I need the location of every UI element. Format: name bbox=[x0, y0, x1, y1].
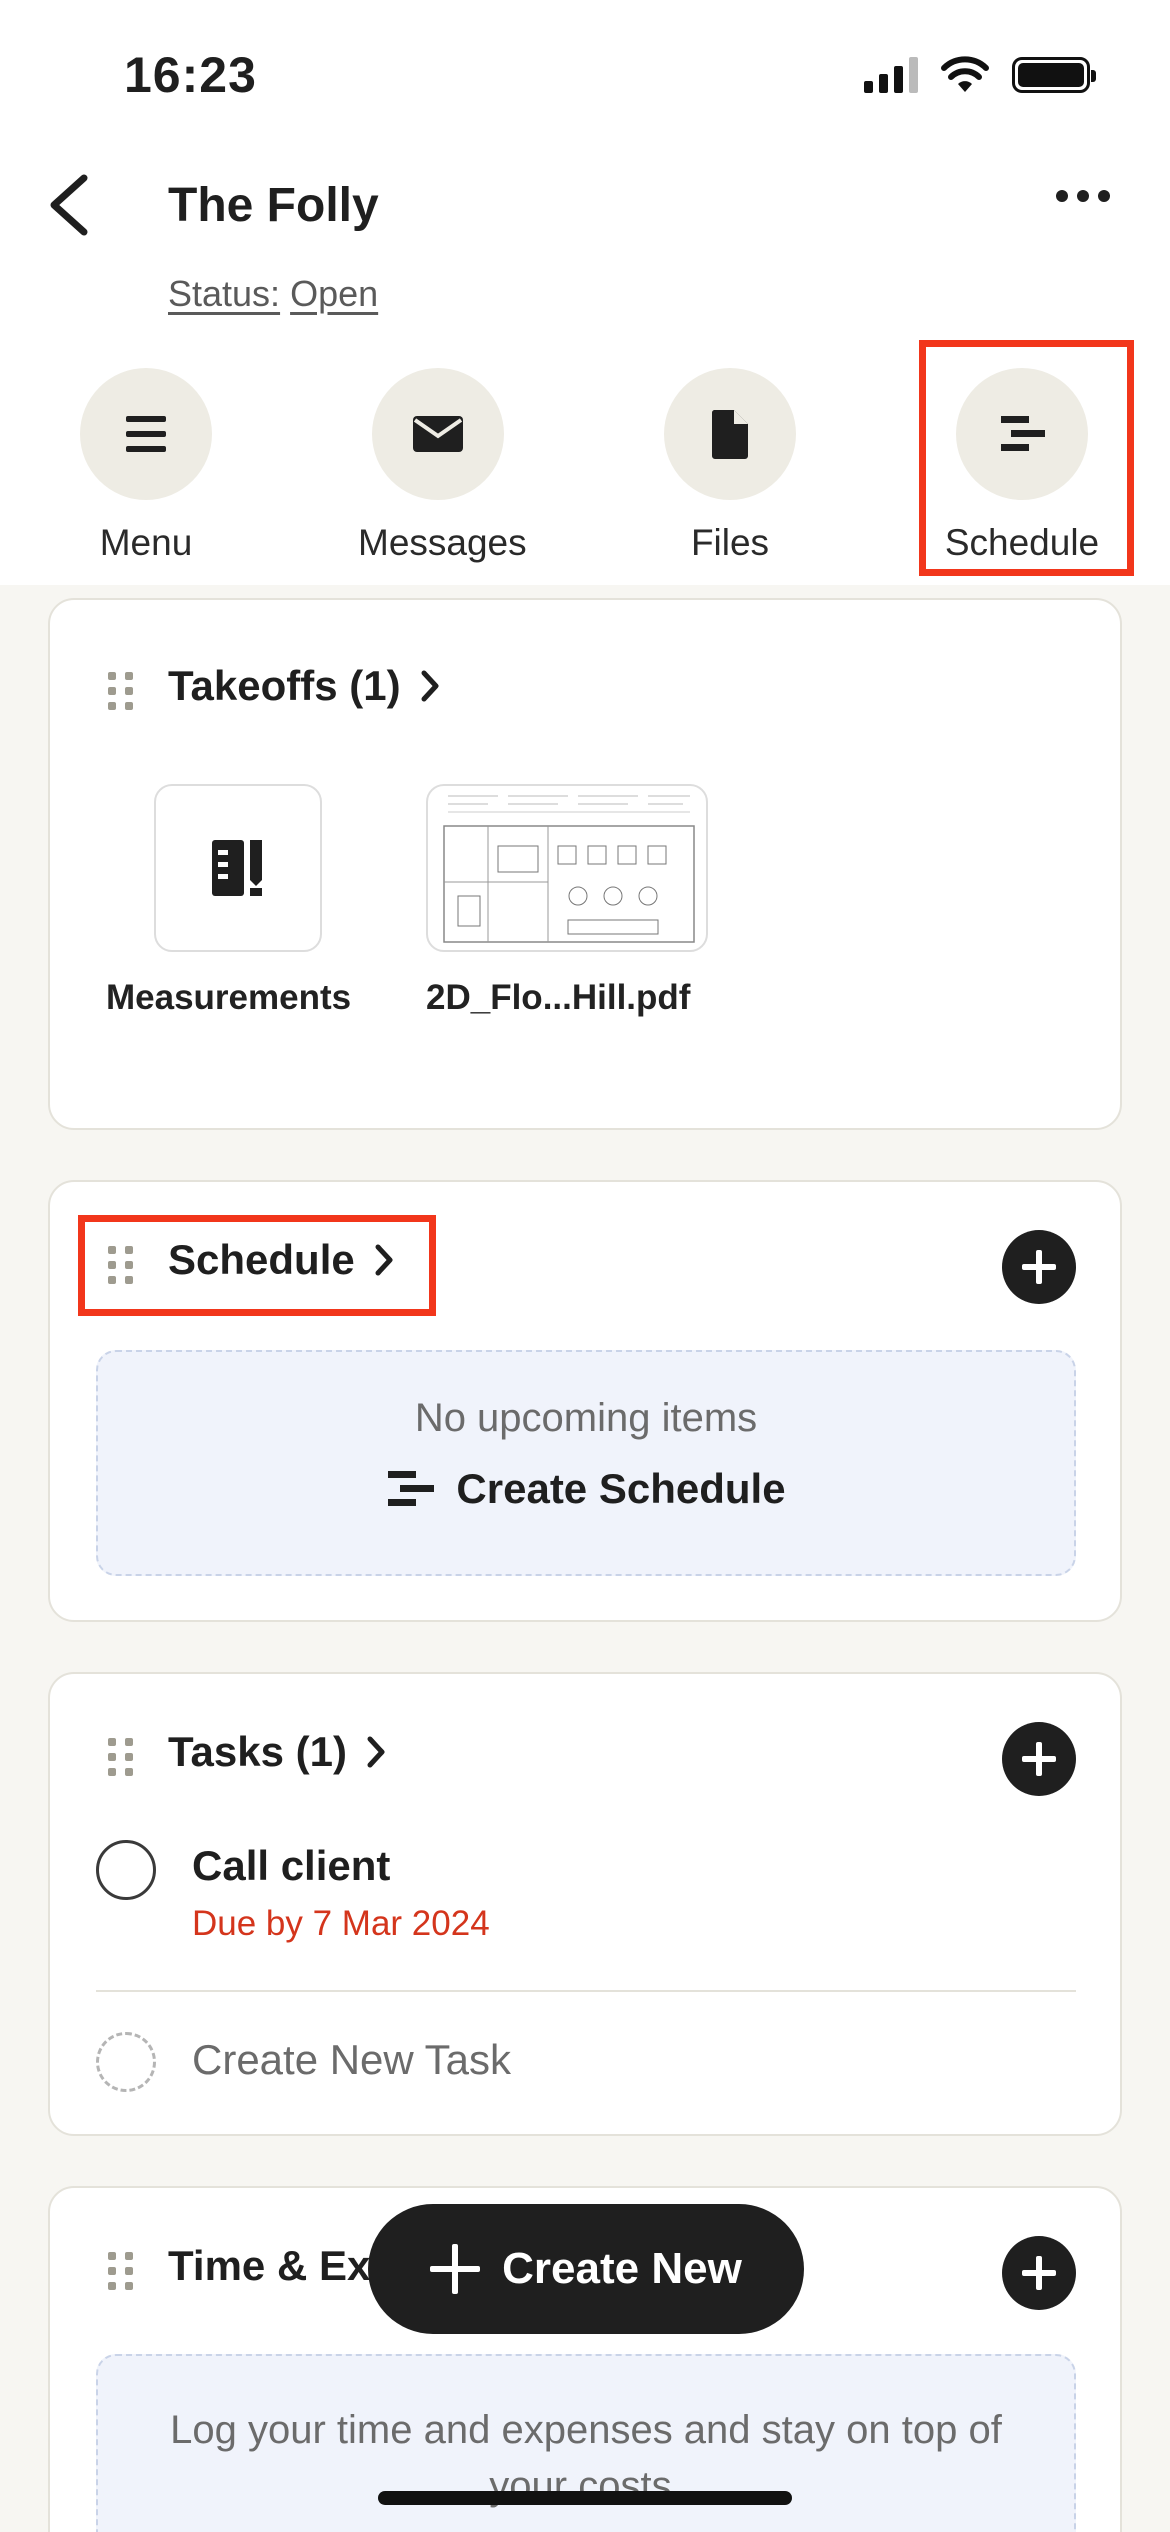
menu-button[interactable]: Menu bbox=[66, 368, 226, 564]
takeoffs-card: Takeoffs (1) Measurements 2D_Flo...Hill.… bbox=[48, 598, 1122, 1130]
chevron-right-icon bbox=[421, 670, 439, 702]
status-label: Status: bbox=[168, 273, 281, 314]
takeoffs-title: Takeoffs (1) bbox=[168, 662, 401, 709]
status-value[interactable]: Open bbox=[290, 273, 378, 314]
create-new-label: Create New bbox=[502, 2244, 742, 2293]
measurements-icon bbox=[212, 840, 262, 896]
time-expenses-empty-panel: Log your time and expenses and stay on t… bbox=[96, 2354, 1076, 2532]
create-schedule-label: Create Schedule bbox=[456, 1465, 786, 1512]
schedule-card: Schedule No upcoming items Create Schedu… bbox=[48, 1180, 1122, 1622]
task-due-date: Due by 7 Mar 2024 bbox=[192, 1904, 490, 1943]
drag-handle-icon[interactable] bbox=[108, 2252, 133, 2290]
floorplan-thumbnail[interactable] bbox=[426, 784, 708, 952]
task-divider bbox=[96, 1990, 1076, 1992]
files-button[interactable]: Files bbox=[650, 368, 810, 564]
floorplan-file-label: 2D_Flo...Hill.pdf bbox=[426, 978, 691, 1017]
schedule-empty-text: No upcoming items bbox=[414, 1396, 758, 1440]
task-item[interactable]: Call client Due by 7 Mar 2024 bbox=[192, 1842, 490, 1944]
file-icon bbox=[711, 410, 748, 459]
add-schedule-button[interactable] bbox=[1002, 1230, 1076, 1304]
drag-handle-icon[interactable] bbox=[108, 1738, 133, 1776]
floorplan-preview-icon bbox=[443, 795, 695, 943]
drag-handle-icon[interactable] bbox=[108, 672, 133, 710]
chevron-right-icon bbox=[367, 1736, 385, 1768]
add-time-expense-button[interactable] bbox=[1002, 2236, 1076, 2310]
measurements-thumbnail[interactable] bbox=[154, 784, 322, 952]
tasks-title: Tasks (1) bbox=[168, 1728, 347, 1775]
schedule-button[interactable]: Schedule bbox=[942, 368, 1102, 564]
time-expenses-title: Time & Ex bbox=[168, 2242, 371, 2289]
schedule-label: Schedule bbox=[944, 522, 1100, 563]
messages-button[interactable]: Messages bbox=[358, 368, 527, 564]
takeoffs-header[interactable]: Takeoffs (1) bbox=[168, 662, 441, 710]
create-schedule-button[interactable]: Create Schedule bbox=[386, 1465, 786, 1513]
more-options-icon[interactable] bbox=[1056, 190, 1110, 202]
create-new-task-button[interactable]: Create New Task bbox=[192, 2036, 511, 2084]
home-indicator bbox=[378, 2491, 792, 2505]
tasks-header[interactable]: Tasks (1) bbox=[168, 1728, 387, 1776]
battery-icon bbox=[1012, 57, 1096, 93]
status-line[interactable]: Status: Open bbox=[168, 273, 378, 315]
messages-label: Messages bbox=[358, 522, 527, 563]
task-name: Call client bbox=[192, 1842, 391, 1889]
plus-icon bbox=[430, 2244, 481, 2294]
page-title: The Folly bbox=[168, 179, 379, 232]
measurements-label: Measurements bbox=[106, 978, 352, 1017]
menu-icon bbox=[126, 416, 166, 452]
add-task-button[interactable] bbox=[1002, 1722, 1076, 1796]
create-new-button[interactable]: Create New bbox=[368, 2204, 804, 2334]
envelope-icon bbox=[413, 416, 463, 452]
menu-label: Menu bbox=[99, 522, 193, 563]
wifi-icon bbox=[941, 56, 989, 92]
schedule-header[interactable]: Schedule bbox=[168, 1236, 395, 1284]
time-expenses-header[interactable]: Time & Ex bbox=[168, 2242, 370, 2290]
tasks-card: Tasks (1) Call client Due by 7 Mar 2024 … bbox=[48, 1672, 1122, 2136]
status-icons bbox=[864, 56, 1096, 94]
schedule-empty-panel: No upcoming items Create Schedule bbox=[96, 1350, 1076, 1576]
new-task-checkbox bbox=[96, 2032, 156, 2092]
schedule-icon bbox=[388, 1471, 435, 1506]
back-arrow-icon[interactable] bbox=[40, 170, 100, 240]
chevron-right-icon bbox=[375, 1244, 393, 1276]
files-label: Files bbox=[690, 522, 770, 563]
cellular-signal-icon bbox=[864, 57, 918, 93]
drag-handle-icon[interactable] bbox=[108, 1246, 133, 1284]
status-time: 16:23 bbox=[124, 47, 257, 103]
task-checkbox[interactable] bbox=[96, 1840, 156, 1900]
schedule-icon bbox=[1001, 416, 1045, 451]
schedule-title: Schedule bbox=[168, 1236, 355, 1283]
